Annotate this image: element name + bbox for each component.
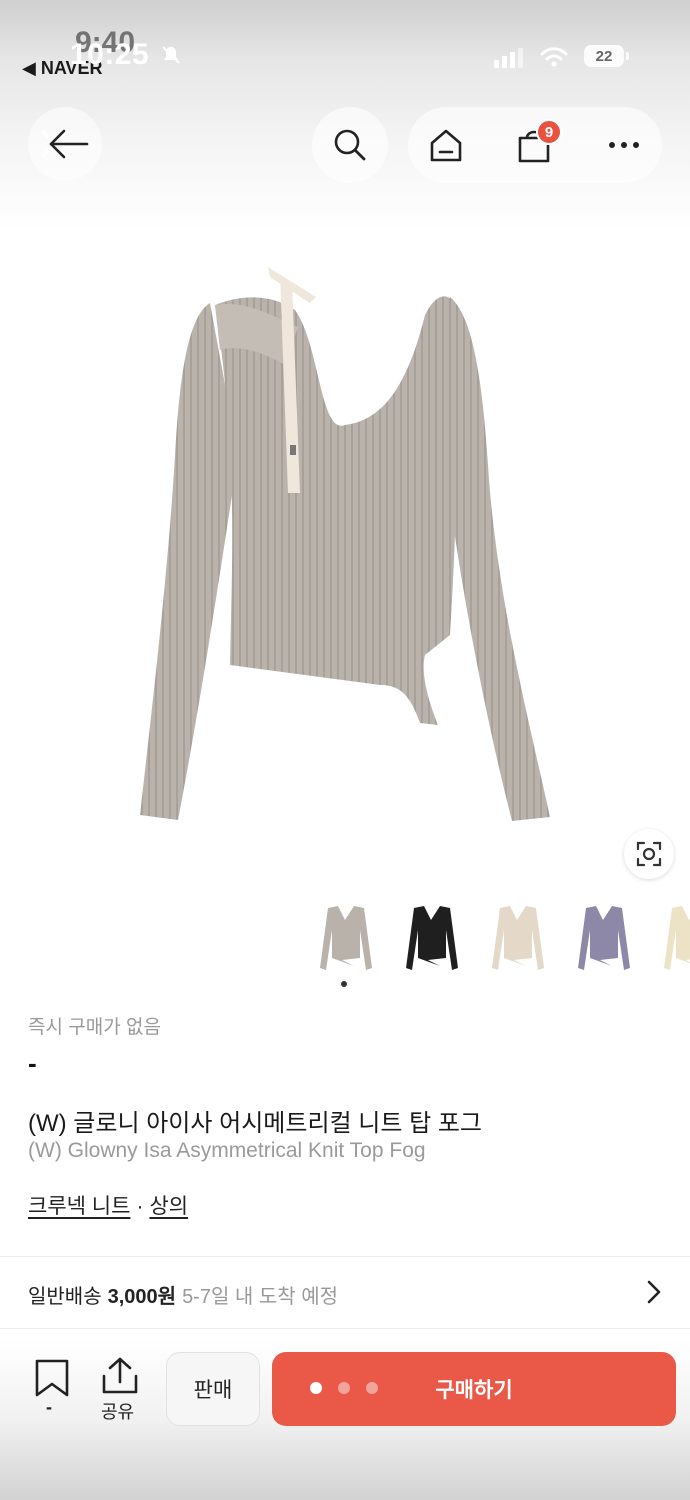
shipping-eta: 5-7일 내 도착 예정 xyxy=(182,1286,339,1308)
shipping-info: 일반배송 3,000원 5-7일 내 도착 예정 xyxy=(28,1280,338,1309)
price-value: - xyxy=(28,1048,37,1078)
wifi-icon xyxy=(540,47,568,67)
lens-icon xyxy=(636,841,662,867)
image-search-button[interactable] xyxy=(624,829,674,879)
nav-action-group: 9 xyxy=(408,107,662,183)
share-icon[interactable] xyxy=(98,1356,142,1396)
color-thumb-cream[interactable] xyxy=(482,900,552,975)
divider xyxy=(0,1328,690,1329)
category-link-tops[interactable]: 상의 xyxy=(149,1195,188,1218)
cart-count-badge: 9 xyxy=(536,119,562,145)
chevron-right-icon xyxy=(647,1280,661,1304)
shipping-price: 3,000원 xyxy=(107,1286,177,1308)
home-button[interactable] xyxy=(426,125,466,165)
loading-dots xyxy=(310,1382,378,1394)
share-label[interactable]: 공유 xyxy=(101,1398,134,1424)
back-button[interactable] xyxy=(28,107,102,181)
color-thumb-lavender[interactable] xyxy=(568,900,638,975)
category-breadcrumb: 크루넥 니트 · 상의 xyxy=(28,1190,188,1220)
shipping-row[interactable]: 일반배송 3,000원 5-7일 내 도착 예정 xyxy=(0,1258,690,1326)
screen: 9:40 ◀ NAVER 10:25 22 9 즉시 구매가 없음 - (W) … xyxy=(0,0,690,1500)
back-arrow-icon xyxy=(41,129,89,159)
buy-button-label: 구매하기 xyxy=(435,1379,513,1402)
product-title-en: (W) Glowny Isa Asymmetrical Knit Top Fog xyxy=(28,1139,426,1162)
sell-button[interactable]: 판매 xyxy=(166,1352,260,1426)
search-icon xyxy=(334,129,366,161)
battery-indicator: 22 xyxy=(584,45,629,67)
home-icon xyxy=(430,129,462,162)
bookmark-count: - xyxy=(46,1397,52,1417)
category-separator: · xyxy=(136,1195,144,1218)
color-thumb-beige[interactable] xyxy=(654,900,690,975)
signal-icon xyxy=(494,48,523,68)
more-button[interactable] xyxy=(604,125,644,165)
search-button[interactable] xyxy=(312,107,388,183)
color-option-list xyxy=(310,900,690,978)
divider xyxy=(0,1256,690,1257)
category-link-crewneck[interactable]: 크루넥 니트 xyxy=(28,1195,130,1218)
color-thumb-black[interactable] xyxy=(396,900,466,975)
color-thumb-grey[interactable] xyxy=(310,900,380,975)
status-bar: 9:40 ◀ NAVER 10:25 22 xyxy=(0,0,690,100)
bookmark-button[interactable] xyxy=(30,1358,74,1398)
buy-button[interactable]: 구매하기 xyxy=(272,1352,676,1426)
more-icon xyxy=(609,142,639,148)
no-instant-purchase-label: 즉시 구매가 없음 xyxy=(28,1017,161,1038)
status-time: 10:25 xyxy=(70,38,150,71)
product-title-ko: (W) 글로니 아이사 어시메트리컬 니트 탑 포그 xyxy=(28,1110,483,1137)
mute-bell-icon xyxy=(162,46,180,64)
product-image[interactable] xyxy=(120,255,570,845)
thumb-page-indicator xyxy=(341,981,347,987)
shipping-type: 일반배송 xyxy=(28,1286,102,1308)
